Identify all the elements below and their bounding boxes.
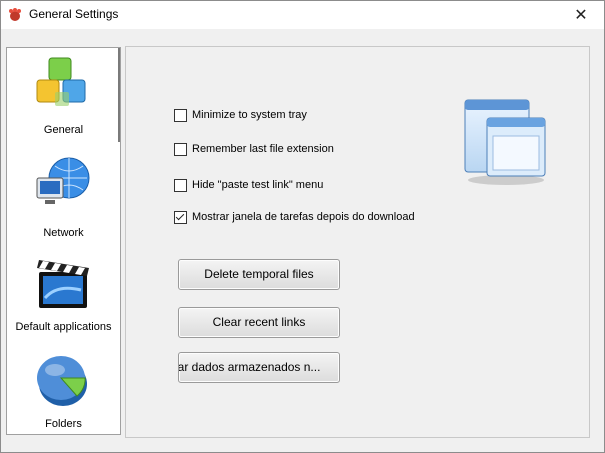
- sidebar-item-label: Default applications: [15, 321, 112, 333]
- option-label: Remember last file extension: [192, 143, 334, 155]
- windows-icon: [461, 94, 551, 186]
- window-title: General Settings: [29, 7, 119, 21]
- remember-extension-option[interactable]: Remember last file extension: [174, 141, 334, 157]
- delete-temporal-files-button[interactable]: Delete temporal files: [178, 259, 340, 290]
- title-bar[interactable]: General Settings ✕: [1, 1, 604, 29]
- sidebar-item-label: General: [43, 124, 84, 136]
- settings-sidebar: General Network Default applications Fol…: [6, 47, 121, 435]
- sidebar-item-default-applications[interactable]: Default applications: [7, 246, 120, 340]
- general-settings-panel: Minimize to system tray Remember last fi…: [125, 46, 590, 438]
- clear-recent-links-button[interactable]: Clear recent links: [178, 307, 340, 338]
- app-icon: [7, 7, 23, 23]
- sidebar-item-folders[interactable]: Folders: [7, 344, 120, 438]
- minimize-tray-checkbox[interactable]: [174, 108, 187, 122]
- minimize-tray-option[interactable]: Minimize to system tray: [174, 107, 307, 123]
- sidebar-item-label: Network: [43, 227, 84, 239]
- remember-extension-checkbox[interactable]: [174, 142, 187, 156]
- option-label: Minimize to system tray: [192, 109, 307, 121]
- sidebar-item-network[interactable]: Network: [7, 148, 120, 242]
- option-label: Hide "paste test link" menu: [192, 179, 324, 191]
- clear-stored-data-button[interactable]: par dados armazenados n...: [178, 352, 340, 383]
- show-tasks-option[interactable]: Mostrar janela de tarefas depois do down…: [174, 209, 415, 225]
- sidebar-item-general[interactable]: General: [7, 48, 120, 142]
- sidebar-item-label: Folders: [45, 418, 82, 430]
- close-icon[interactable]: ✕: [558, 1, 604, 29]
- settings-window: General Settings ✕ General Network Defau…: [0, 0, 605, 453]
- folders-pie-icon: [33, 348, 95, 410]
- option-label: Mostrar janela de tarefas depois do down…: [192, 211, 415, 223]
- hide-paste-checkbox[interactable]: [174, 178, 187, 192]
- network-globe-icon: [33, 152, 95, 214]
- show-tasks-checkbox[interactable]: [174, 210, 187, 224]
- clapperboard-icon: [33, 254, 95, 316]
- hide-paste-option[interactable]: Hide "paste test link" menu: [174, 177, 323, 193]
- general-cubes-icon: [33, 54, 95, 116]
